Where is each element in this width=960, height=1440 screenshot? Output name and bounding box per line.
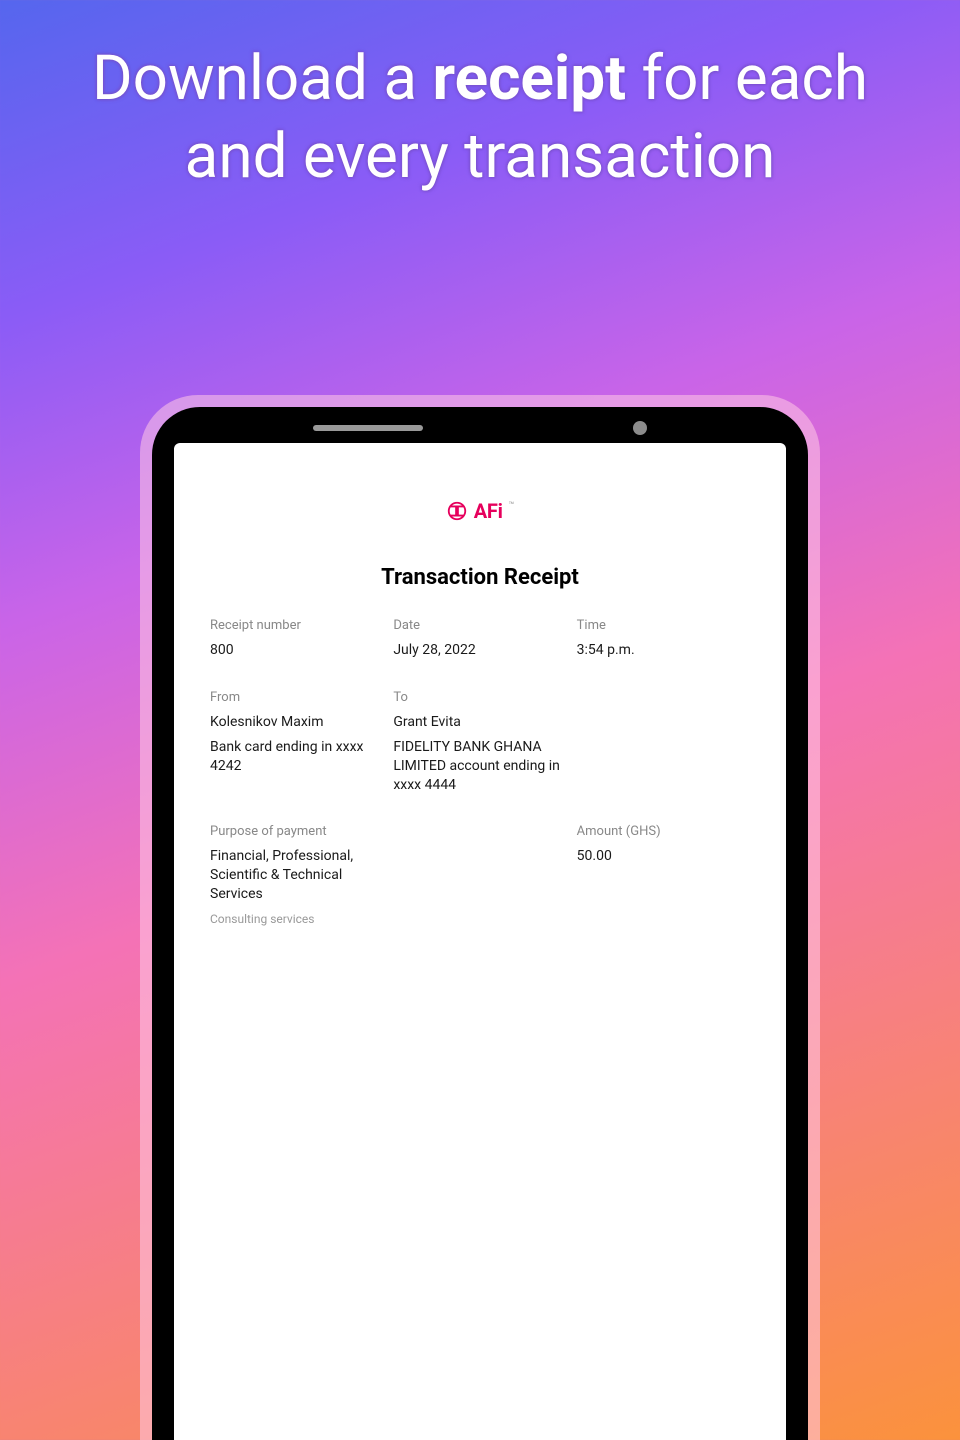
label-from: From (210, 690, 383, 705)
tablet-speakerbar (313, 421, 647, 435)
field-date: Date July 28, 2022 (393, 618, 566, 660)
field-empty-2 (393, 824, 566, 926)
value-from-account: Bank card ending in xxxx 4242 (210, 738, 383, 776)
marketing-headline: Download a receipt for each and every tr… (0, 40, 960, 195)
value-purpose-note: Consulting services (210, 912, 383, 926)
trademark-icon: ™ (509, 501, 515, 511)
value-purpose: Financial, Professional, Scientific & Te… (210, 847, 383, 904)
label-to: To (393, 690, 566, 705)
value-date: July 28, 2022 (393, 641, 566, 660)
tablet-outer: AFi ™ Transaction Receipt Receipt number… (140, 395, 820, 1440)
front-camera-icon (633, 421, 647, 435)
value-receipt-number: 800 (210, 641, 383, 660)
brand: AFi ™ (210, 499, 750, 523)
brand-name: AFi (474, 499, 503, 523)
field-from: From Kolesnikov Maxim Bank card ending i… (210, 690, 383, 795)
tablet-bezel: AFi ™ Transaction Receipt Receipt number… (152, 407, 808, 1440)
field-time: Time 3:54 p.m. (577, 618, 750, 660)
field-empty (577, 690, 750, 795)
receipt-document: AFi ™ Transaction Receipt Receipt number… (174, 443, 786, 1440)
label-amount: Amount (GHS) (577, 824, 750, 839)
field-purpose: Purpose of payment Financial, Profession… (210, 824, 383, 926)
field-to: To Grant Evita FIDELITY BANK GHANA LIMIT… (393, 690, 566, 795)
tablet-mockup: AFi ™ Transaction Receipt Receipt number… (140, 395, 820, 1440)
headline-bold: receipt (432, 42, 626, 115)
afi-logo-icon (446, 500, 468, 522)
field-receipt-number: Receipt number 800 (210, 618, 383, 660)
document-title: Transaction Receipt (210, 565, 750, 590)
headline-pre: Download a (92, 42, 433, 115)
label-time: Time (577, 618, 750, 633)
value-amount: 50.00 (577, 847, 750, 866)
receipt-grid: Receipt number 800 Date July 28, 2022 Ti… (210, 618, 750, 948)
label-receipt-number: Receipt number (210, 618, 383, 633)
field-amount: Amount (GHS) 50.00 (577, 824, 750, 926)
speaker-slot-icon (313, 425, 423, 431)
value-time: 3:54 p.m. (577, 641, 750, 660)
value-to-name: Grant Evita (393, 713, 566, 732)
label-date: Date (393, 618, 566, 633)
label-purpose: Purpose of payment (210, 824, 383, 839)
value-from-name: Kolesnikov Maxim (210, 713, 383, 732)
value-to-account: FIDELITY BANK GHANA LIMITED account endi… (393, 738, 566, 795)
